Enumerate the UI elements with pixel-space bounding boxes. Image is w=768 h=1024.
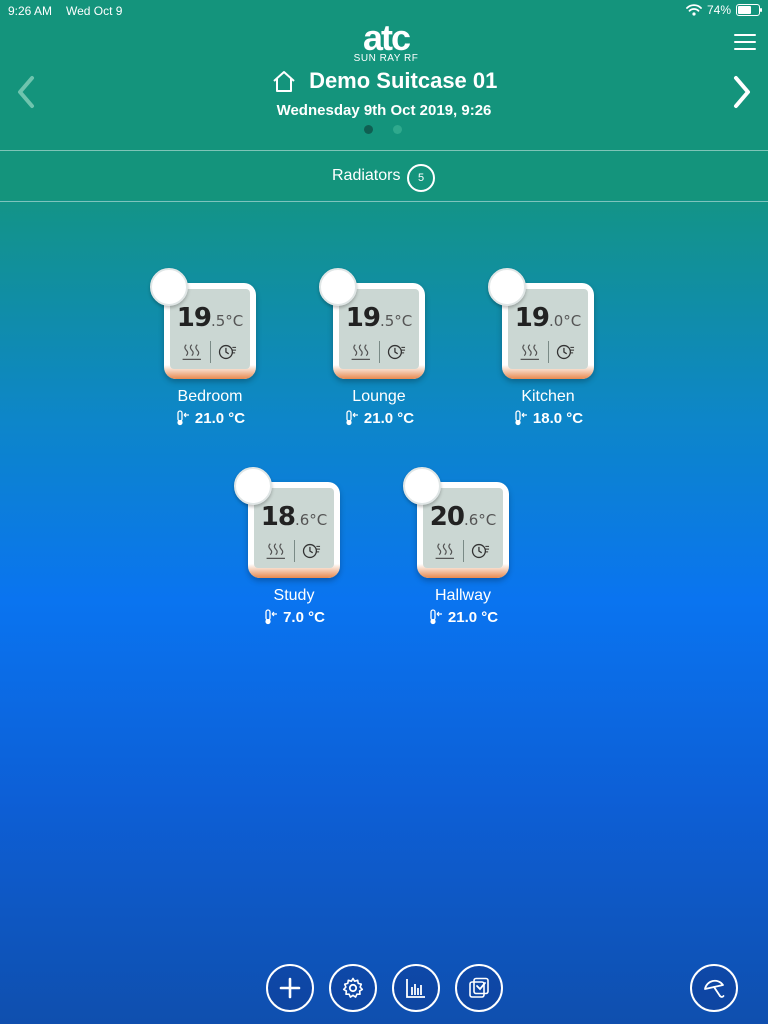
heat-waves-icon xyxy=(182,344,201,360)
radiator-name: Study xyxy=(273,587,315,604)
radiator-status-icons xyxy=(178,341,242,363)
radiator-select-toggle[interactable] xyxy=(403,467,441,505)
thermometer-icon xyxy=(265,609,278,625)
current-temperature: 19.5°C xyxy=(176,303,244,333)
page-indicator[interactable] xyxy=(364,125,402,134)
battery-icon xyxy=(736,4,762,16)
radiator-status-icons xyxy=(262,540,326,562)
thermometer-icon xyxy=(346,410,358,426)
bar-chart-icon xyxy=(406,979,425,998)
radiator-display: 19.5°C xyxy=(339,289,419,369)
radiator-name: Kitchen xyxy=(521,388,575,405)
checklist-icon xyxy=(469,977,489,998)
heat-waves-icon xyxy=(266,543,285,559)
thermometer-icon xyxy=(430,609,442,625)
radiator-select-toggle[interactable] xyxy=(319,268,357,306)
current-temperature: 18.6°C xyxy=(260,502,328,532)
atc-logo: atc SUN RAY RF xyxy=(346,17,426,64)
logo-mark: atc xyxy=(362,17,411,58)
target-temperature: 21.0 °C xyxy=(150,410,270,427)
schedule-clock-icon xyxy=(557,344,575,360)
hamburger-menu-icon[interactable] xyxy=(734,34,756,50)
radiator-tile-study[interactable]: 18.6°C Study 7.0 °C xyxy=(234,467,354,637)
status-time: 9:26 AM xyxy=(8,4,53,18)
heat-waves-icon xyxy=(435,543,454,559)
radiator-name: Hallway xyxy=(434,587,491,604)
settings-button[interactable] xyxy=(329,964,377,1012)
radiator-name: Bedroom xyxy=(177,388,243,405)
home-icon xyxy=(272,71,295,92)
away-mode-button[interactable] xyxy=(690,964,738,1012)
radiator-status-icons xyxy=(516,341,580,363)
schedule-clock-icon xyxy=(303,543,321,559)
battery-percent: 74% xyxy=(706,3,731,17)
schedule-clock-icon xyxy=(388,344,406,360)
plus-icon xyxy=(279,977,301,999)
page-dot-1[interactable] xyxy=(364,125,373,134)
target-temperature: 18.0 °C xyxy=(488,410,608,427)
radiator-display: 19.5°C xyxy=(170,289,250,369)
radiator-select-toggle[interactable] xyxy=(234,467,272,505)
radiator-status-icons xyxy=(431,540,495,562)
wifi-icon xyxy=(686,4,702,16)
radiator-tile-kitchen[interactable]: 19.0°C Kitchen 18.0 °C xyxy=(488,268,608,438)
logo-subtext: SUN RAY RF xyxy=(353,53,419,64)
radiator-name: Lounge xyxy=(352,388,406,405)
page-subtitle: Wednesday 9th Oct 2019, 9:26 xyxy=(276,102,492,119)
title-row: Demo Suitcase 01 xyxy=(0,68,768,94)
target-temperature: 21.0 °C xyxy=(403,609,523,626)
radiator-select-toggle[interactable] xyxy=(150,268,188,306)
status-right: 74% xyxy=(686,3,762,17)
gear-icon xyxy=(342,977,364,998)
schedule-clock-icon xyxy=(219,344,237,360)
radiators-tab[interactable]: Radiators 5 xyxy=(0,150,768,202)
thermometer-icon xyxy=(515,410,527,426)
radiator-display: 20.6°C xyxy=(423,488,503,568)
radiator-status-icons xyxy=(347,341,411,363)
radiator-tile-lounge[interactable]: 19.5°C Lounge 21.0 °C xyxy=(319,268,439,438)
add-button[interactable] xyxy=(266,964,314,1012)
thermometer-icon xyxy=(177,410,189,426)
heat-waves-icon xyxy=(351,344,370,360)
current-temperature: 19.5°C xyxy=(345,303,413,333)
page-title: Demo Suitcase 01 xyxy=(309,68,498,93)
schedule-button[interactable] xyxy=(455,964,503,1012)
radiator-display: 18.6°C xyxy=(254,488,334,568)
radiator-tile-bedroom[interactable]: 19.5°C Bedroom 21.0 °C xyxy=(150,268,270,438)
radiators-count-badge: 5 xyxy=(407,164,435,192)
radiator-select-toggle[interactable] xyxy=(488,268,526,306)
target-temperature: 21.0 °C xyxy=(319,410,439,427)
heat-waves-icon xyxy=(520,344,539,360)
current-temperature: 20.6°C xyxy=(429,502,497,532)
current-temperature: 19.0°C xyxy=(514,303,582,333)
radiator-tile-hallway[interactable]: 20.6°C Hallway 21.0 °C xyxy=(403,467,523,637)
status-date: Wed Oct 9 xyxy=(66,4,123,18)
radiators-label: Radiators xyxy=(332,167,401,184)
target-temperature: 7.0 °C xyxy=(234,609,354,626)
header: 9:26 AM Wed Oct 9 74% atc SUN RAY RF Dem… xyxy=(0,0,768,202)
schedule-clock-icon xyxy=(472,543,490,559)
statistics-button[interactable] xyxy=(392,964,440,1012)
page-dot-2[interactable] xyxy=(393,125,402,134)
umbrella-icon xyxy=(704,979,725,998)
radiator-display: 19.0°C xyxy=(508,289,588,369)
